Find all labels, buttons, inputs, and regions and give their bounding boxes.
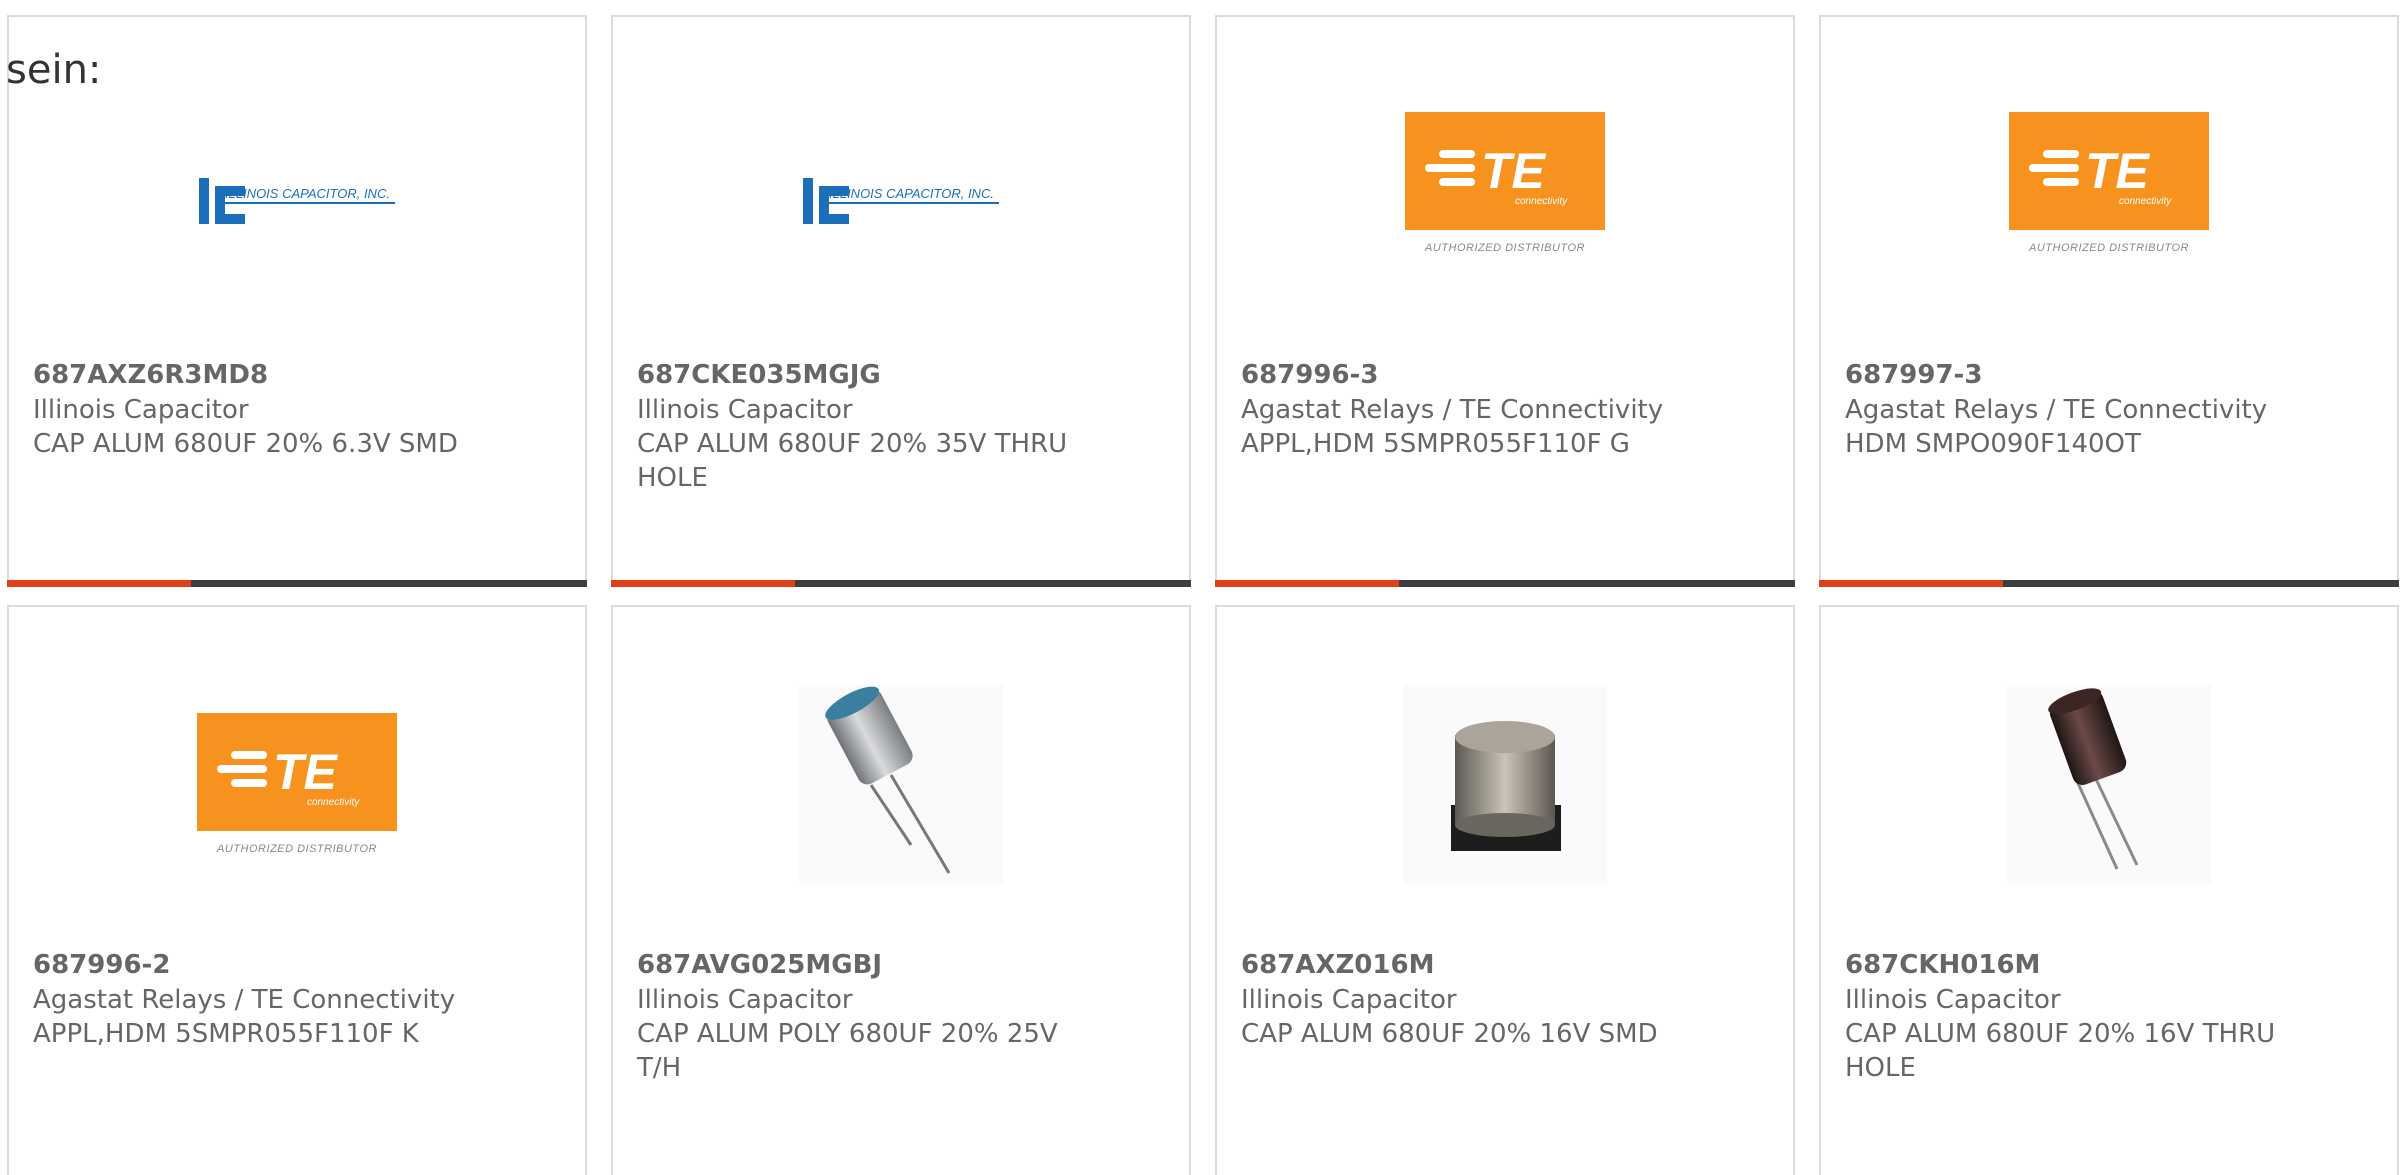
logo-subtext: connectivity: [1515, 196, 1568, 207]
description: CAP ALUM 680UF 20% 6.3V SMD: [33, 429, 458, 459]
manufacturer: Agastat Relays / TE Connectivity: [1845, 395, 2268, 425]
card-accent-bar: [1819, 580, 2003, 587]
product-thumbnail[interactable]: TE connectivity AUTHORIZED DISTRIBUTOR: [195, 685, 399, 885]
card-accent-bar: [1215, 580, 1399, 587]
card-footer-bar: [1215, 580, 1795, 587]
te-mark-icon: TE connectivity: [2029, 143, 2172, 207]
description: CAP ALUM 680UF 20% 35V THRU HOLE: [637, 429, 1068, 493]
product-card[interactable]: ILLINOIS CAPACITOR, INC. 687AXZ6R3MD8 Il…: [7, 15, 587, 587]
logo-text: TE: [1481, 143, 1547, 199]
te-connectivity-logo: TE connectivity AUTHORIZED DISTRIBUTOR: [195, 713, 399, 873]
manufacturer: Agastat Relays / TE Connectivity: [33, 985, 456, 1015]
manufacturer: Agastat Relays / TE Connectivity: [1241, 395, 1664, 425]
manufacturer: Illinois Capacitor: [637, 395, 853, 425]
description: APPL,HDM 5SMPR055F110F K: [33, 1019, 419, 1049]
card-footer-bar: [7, 580, 587, 587]
smd-capacitor-photo: [1403, 685, 1607, 885]
part-number[interactable]: 687996-2: [33, 948, 170, 982]
logo-subtext: connectivity: [2119, 196, 2172, 207]
illinois-capacitor-logo: ILLINOIS CAPACITOR, INC.: [803, 178, 999, 224]
product-card[interactable]: 687AVG025MGBJ Illinois Capacitor CAP ALU…: [611, 605, 1191, 1175]
te-mark-icon: TE connectivity: [1425, 143, 1568, 207]
card-footer-bar: [1819, 580, 2399, 587]
part-number[interactable]: 687CKH016M: [1845, 948, 2040, 982]
product-thumbnail[interactable]: [1403, 685, 1607, 885]
te-connectivity-logo: TE connectivity AUTHORIZED DISTRIBUTOR: [2007, 112, 2211, 272]
card-footer-bar: [611, 580, 1191, 587]
product-thumbnail[interactable]: [2007, 685, 2211, 885]
product-thumbnail[interactable]: TE connectivity AUTHORIZED DISTRIBUTOR: [2007, 112, 2211, 272]
radial-electrolytic-capacitor-photo: [2007, 685, 2211, 885]
logo-text: ILLINOIS CAPACITOR, INC.: [225, 186, 390, 201]
logo-text: TE: [273, 744, 339, 800]
te-logo-box: TE connectivity: [1405, 112, 1605, 230]
logo-caption: AUTHORIZED DISTRIBUTOR: [217, 843, 377, 855]
part-number[interactable]: 687CKE035MGJG: [637, 358, 881, 392]
logo-text: ILLINOIS CAPACITOR, INC.: [829, 186, 994, 201]
manufacturer: Illinois Capacitor: [1241, 985, 1457, 1015]
te-logo-box: TE connectivity: [2009, 112, 2209, 230]
radial-polymer-capacitor-photo: [799, 685, 1003, 885]
description: CAP ALUM 680UF 20% 16V THRU HOLE: [1845, 1019, 2276, 1083]
logo-caption: AUTHORIZED DISTRIBUTOR: [1425, 242, 1585, 254]
product-card[interactable]: 687CKH016M Illinois Capacitor CAP ALUM 6…: [1819, 605, 2399, 1175]
card-accent-bar: [611, 580, 795, 587]
product-card[interactable]: TE connectivity AUTHORIZED DISTRIBUTOR 6…: [1819, 15, 2399, 587]
description: APPL,HDM 5SMPR055F110F G: [1241, 429, 1630, 459]
te-connectivity-logo: TE connectivity AUTHORIZED DISTRIBUTOR: [1403, 112, 1607, 272]
manufacturer: Illinois Capacitor: [33, 395, 249, 425]
description: HDM SMPO090F140OT: [1845, 429, 2141, 459]
te-mark-icon: TE connectivity: [217, 744, 360, 808]
product-card[interactable]: ILLINOIS CAPACITOR, INC. 687CKE035MGJG I…: [611, 15, 1191, 587]
product-card[interactable]: TE connectivity AUTHORIZED DISTRIBUTOR 6…: [7, 605, 587, 1175]
te-logo-box: TE connectivity: [197, 713, 397, 831]
product-card[interactable]: 687AXZ016M Illinois Capacitor CAP ALUM 6…: [1215, 605, 1795, 1175]
description: CAP ALUM POLY 680UF 20% 25V T/H: [637, 1019, 1058, 1083]
description: CAP ALUM 680UF 20% 16V SMD: [1241, 1019, 1658, 1049]
product-thumbnail[interactable]: TE connectivity AUTHORIZED DISTRIBUTOR: [1403, 112, 1607, 272]
part-number[interactable]: 687AVG025MGBJ: [637, 948, 882, 982]
intro-text: sein:: [6, 47, 102, 93]
logo-caption: AUTHORIZED DISTRIBUTOR: [2029, 242, 2189, 254]
product-card[interactable]: TE connectivity AUTHORIZED DISTRIBUTOR 6…: [1215, 15, 1795, 587]
part-number[interactable]: 687AXZ016M: [1241, 948, 1434, 982]
part-number[interactable]: 687996-3: [1241, 358, 1378, 392]
manufacturer: Illinois Capacitor: [1845, 985, 2061, 1015]
part-number[interactable]: 687997-3: [1845, 358, 1982, 392]
product-thumbnail[interactable]: ILLINOIS CAPACITOR, INC.: [799, 112, 1003, 272]
product-thumbnail[interactable]: ILLINOIS CAPACITOR, INC.: [195, 112, 399, 272]
logo-subtext: connectivity: [307, 797, 360, 808]
product-thumbnail[interactable]: [799, 685, 1003, 885]
manufacturer: Illinois Capacitor: [637, 985, 853, 1015]
illinois-capacitor-logo: ILLINOIS CAPACITOR, INC.: [199, 178, 395, 224]
card-accent-bar: [7, 580, 191, 587]
part-number[interactable]: 687AXZ6R3MD8: [33, 358, 268, 392]
logo-text: TE: [2085, 143, 2151, 199]
